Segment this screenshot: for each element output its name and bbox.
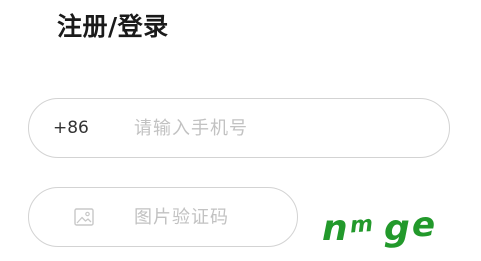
captcha-image[interactable]: n m g e [318,196,448,252]
image-code-input[interactable] [134,188,284,246]
captcha-char-1: n [322,208,348,249]
phone-input[interactable] [134,99,434,157]
image-code-field[interactable] [28,187,298,247]
captcha-char-2: m [349,212,374,239]
phone-field[interactable]: +86 [28,98,450,158]
country-code-prefix[interactable]: +86 [53,99,89,157]
captcha-char-3: g [384,208,410,249]
captcha-char-4: e [412,205,435,245]
image-icon [74,208,94,226]
login-page: 注册/登录 +86 n m g e [0,0,481,261]
page-title: 注册/登录 [57,12,169,41]
